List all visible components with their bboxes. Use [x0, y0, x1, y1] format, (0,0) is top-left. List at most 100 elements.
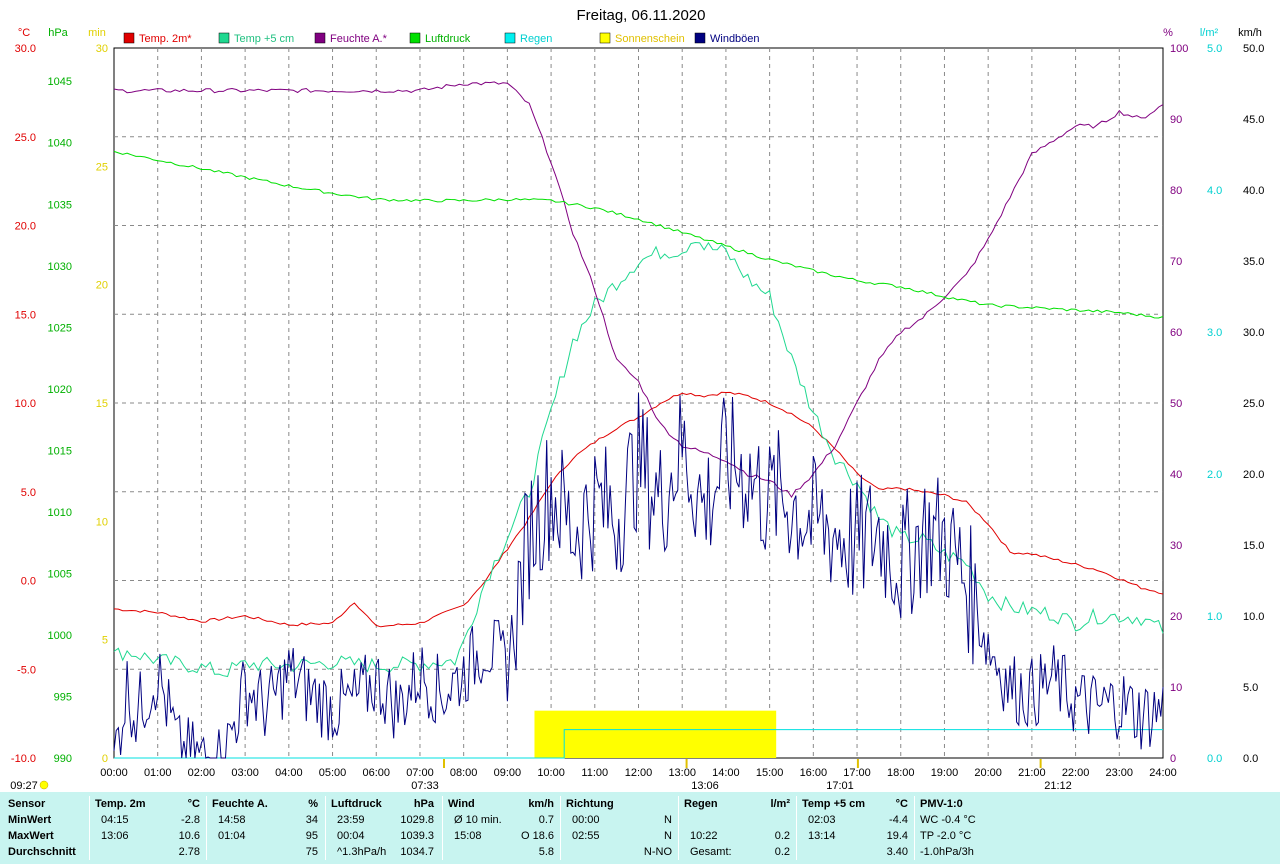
stats-separator: [206, 796, 207, 860]
x-tick-label: 16:00: [800, 767, 828, 779]
stats-header: PMV-1:0: [920, 798, 963, 810]
stats-header: Wind: [448, 798, 475, 810]
stats-time: Gesamt:: [690, 846, 732, 858]
x-tick-label: 20:00: [974, 767, 1002, 779]
x-tick-label: 15:00: [756, 767, 784, 779]
x-tick-label: 14:00: [712, 767, 740, 779]
wind-tick-label: 5.0: [1243, 682, 1258, 694]
pressure-tick-label: 1005: [48, 568, 72, 580]
pressure-tick-label: 1030: [48, 261, 72, 273]
sunshine-tick-label: 30: [96, 43, 108, 55]
legend-swatch: [409, 32, 421, 44]
wind-tick-label: 45.0: [1243, 114, 1264, 126]
humidity-tick-label: 50: [1170, 398, 1182, 410]
marker-label-moon: 21:12: [1044, 780, 1072, 792]
stats-value: 1039.3: [400, 830, 434, 842]
stats-unit: °C: [187, 798, 200, 810]
stats-separator: [796, 796, 797, 860]
sun-icon: [39, 780, 49, 790]
stats-value: TP -2.0 °C: [920, 830, 972, 842]
stats-header: Richtung: [566, 798, 614, 810]
x-tick-label: 00:00: [100, 767, 128, 779]
wind-tick-label: 30.0: [1243, 327, 1264, 339]
stats-column: Wind km/h Ø 10 min. 0.7 15:08 O 18.6 5.8: [448, 792, 554, 864]
stats-header: Luftdruck: [331, 798, 382, 810]
x-tick-label: 18:00: [887, 767, 915, 779]
stats-value: 19.4: [886, 830, 908, 842]
stats-value: 1029.8: [400, 814, 434, 826]
x-tick-label: 17:00: [843, 767, 871, 779]
x-tick-label: 06:00: [362, 767, 390, 779]
legend-swatch: [314, 32, 326, 44]
temp-axis-unit: °C: [18, 27, 30, 39]
humidity-tick-label: 10: [1170, 682, 1182, 694]
stats-separator: [914, 796, 915, 860]
stats-unit: km/h: [528, 798, 554, 810]
stats-value: 75: [305, 846, 318, 858]
stats-unit: l/m²: [770, 798, 790, 810]
legend-swatch: [218, 32, 230, 44]
temp-tick-label: -10.0: [11, 753, 36, 765]
marker-label-dawn: 07:33: [411, 780, 439, 792]
stats-value: -1.0hPa/3h: [920, 846, 974, 858]
stats-value: 2.78: [178, 846, 200, 858]
sunshine-block: [534, 710, 777, 758]
humidity-tick-label: 30: [1170, 540, 1182, 552]
stats-column: Regen l/m² 10:22 0.2 Gesamt: 0.2: [684, 792, 790, 864]
legend-label: Temp. 2m*: [139, 33, 192, 45]
chart-title: Freitag, 06.11.2020: [577, 7, 706, 24]
sunshine-bar: [534, 710, 777, 758]
stats-column: Luftdruck hPa 23:59 1029.8 00:04 1039.3 ^1.3hP…: [331, 792, 434, 864]
stats-time: 02:03: [808, 814, 836, 826]
x-tick-label: 11:00: [581, 767, 608, 779]
stats-separator: [678, 796, 679, 860]
stats-separator: [442, 796, 443, 860]
x-tick-label: 08:00: [450, 767, 478, 779]
temp-tick-label: 0.0: [21, 576, 36, 588]
pressure-tick-label: 990: [54, 753, 72, 765]
stats-value: -2.8: [181, 814, 200, 826]
stats-value: N: [664, 814, 672, 826]
wind-tick-label: 0.0: [1243, 753, 1258, 765]
stats-time: 00:04: [337, 830, 365, 842]
rain-tick-label: 3.0: [1207, 327, 1222, 339]
stats-value: 0.7: [538, 814, 554, 826]
stats-value: -4.4: [889, 814, 908, 826]
temp-tick-label: 5.0: [21, 487, 36, 499]
rain-axis-unit: l/m²: [1200, 27, 1219, 39]
x-tick-label: 01:00: [144, 767, 172, 779]
x-tick-label: 03:00: [231, 767, 259, 779]
wind-axis-unit: km/h: [1238, 27, 1262, 39]
stats-value: O 18.6: [520, 830, 554, 842]
legend-swatch: [599, 32, 611, 44]
legend-label: Luftdruck: [425, 33, 471, 45]
stats-value: 0.2: [774, 830, 790, 842]
x-tick-label: 24:00: [1149, 767, 1177, 779]
rain-tick-label: 0.0: [1207, 753, 1222, 765]
rain-tick-label: 4.0: [1207, 185, 1222, 197]
stats-time: ^1.3hPa/h: [337, 846, 387, 858]
stats-column: Sensor MinWert MaxWert Durchschnitt: [8, 792, 88, 864]
stats-separator: [89, 796, 90, 860]
x-tick-label: 12:00: [625, 767, 653, 779]
pressure-tick-label: 1045: [48, 76, 72, 88]
stats-value: 95: [305, 830, 318, 842]
stats-column: Temp +5 cm °C 02:03 -4.4 13:14 19.4 3.40: [802, 792, 908, 864]
pressure-tick-label: 1010: [48, 507, 72, 519]
x-tick-label: 09:00: [494, 767, 522, 779]
stats-value: 0.2: [774, 846, 790, 858]
marker-label-sunrise: 09:27: [10, 780, 38, 792]
temp-tick-label: 15.0: [15, 309, 36, 321]
humidity-tick-label: 70: [1170, 256, 1182, 268]
stats-time: 23:59: [337, 814, 365, 826]
legend: Temp. 2m* Temp +5 cm Feuchte A.* Luftdruck R…: [123, 32, 760, 45]
marker-label-sunset: 17:01: [826, 780, 854, 792]
sunshine-axis-unit: min: [88, 27, 106, 39]
x-tick-label: 21:00: [1018, 767, 1046, 779]
stats-value: 10.6: [178, 830, 200, 842]
stats-time: 14:58: [218, 814, 246, 826]
temp-tick-label: 20.0: [15, 221, 36, 233]
pressure-tick-label: 995: [54, 691, 72, 703]
humidity-axis-unit: %: [1163, 27, 1173, 39]
wind-tick-label: 15.0: [1243, 540, 1264, 552]
